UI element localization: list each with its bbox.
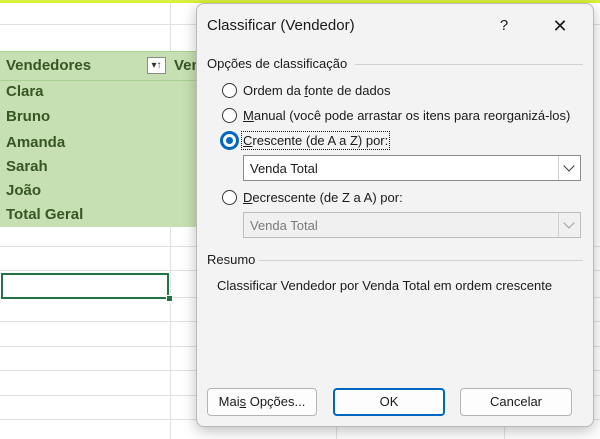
section-divider	[259, 260, 583, 261]
descending-field-select[interactable]: Venda Total	[243, 212, 581, 238]
more-options-button[interactable]: Mais Opções...	[207, 388, 317, 416]
radio-source-order-label[interactable]: Ordem da fonte de dados	[243, 83, 390, 98]
summary-text: Classificar Vendedor por Venda Total em …	[217, 278, 553, 293]
pivot-row-label[interactable]: Sarah	[6, 158, 48, 175]
pivot-header-vendedores[interactable]: Vendedores	[6, 57, 91, 74]
radio-descending[interactable]	[222, 190, 237, 205]
dropdown-arrow[interactable]	[558, 156, 580, 180]
radio-ascending-label[interactable]: Crescente (de A a Z) por:	[240, 131, 391, 150]
radio-manual-label[interactable]: Manual (você pode arrastar os itens para…	[243, 108, 570, 123]
cancel-button[interactable]: Cancelar	[460, 388, 572, 416]
pivot-row-label[interactable]: Clara	[6, 83, 44, 100]
descending-field-value: Venda Total	[250, 218, 318, 233]
fill-handle[interactable]	[166, 295, 173, 302]
dropdown-arrow[interactable]	[558, 213, 580, 237]
sort-filter-icon[interactable]: ▾↑	[147, 57, 166, 74]
dialog-title: Classificar (Vendedor)	[207, 17, 355, 34]
radio-manual[interactable]	[222, 108, 237, 123]
pivot-table-body	[0, 79, 196, 227]
ascending-field-value: Venda Total	[250, 161, 318, 176]
pivot-total-label[interactable]: Total Geral	[6, 206, 83, 223]
pivot-row-label[interactable]: Bruno	[6, 108, 50, 125]
ascending-field-select[interactable]: Venda Total	[243, 155, 581, 181]
pivot-row-label[interactable]: João	[6, 182, 41, 199]
chevron-down-icon	[563, 217, 575, 229]
summary-label: Resumo	[207, 252, 256, 267]
sort-dialog: Classificar (Vendedor) ? ✕ Opções de cla…	[196, 3, 594, 427]
section-divider	[355, 64, 583, 65]
pivot-row-label[interactable]: Amanda	[6, 134, 65, 151]
radio-ascending[interactable]	[222, 133, 237, 148]
help-button[interactable]: ?	[489, 12, 519, 40]
close-button[interactable]: ✕	[541, 12, 579, 40]
selected-cell[interactable]	[1, 273, 169, 299]
radio-source-order[interactable]	[222, 83, 237, 98]
radio-descending-label[interactable]: Decrescente (de Z a A) por:	[243, 190, 403, 205]
sort-options-label: Opções de classificação	[207, 56, 348, 71]
ok-button[interactable]: OK	[333, 388, 445, 416]
chevron-down-icon	[563, 160, 575, 172]
